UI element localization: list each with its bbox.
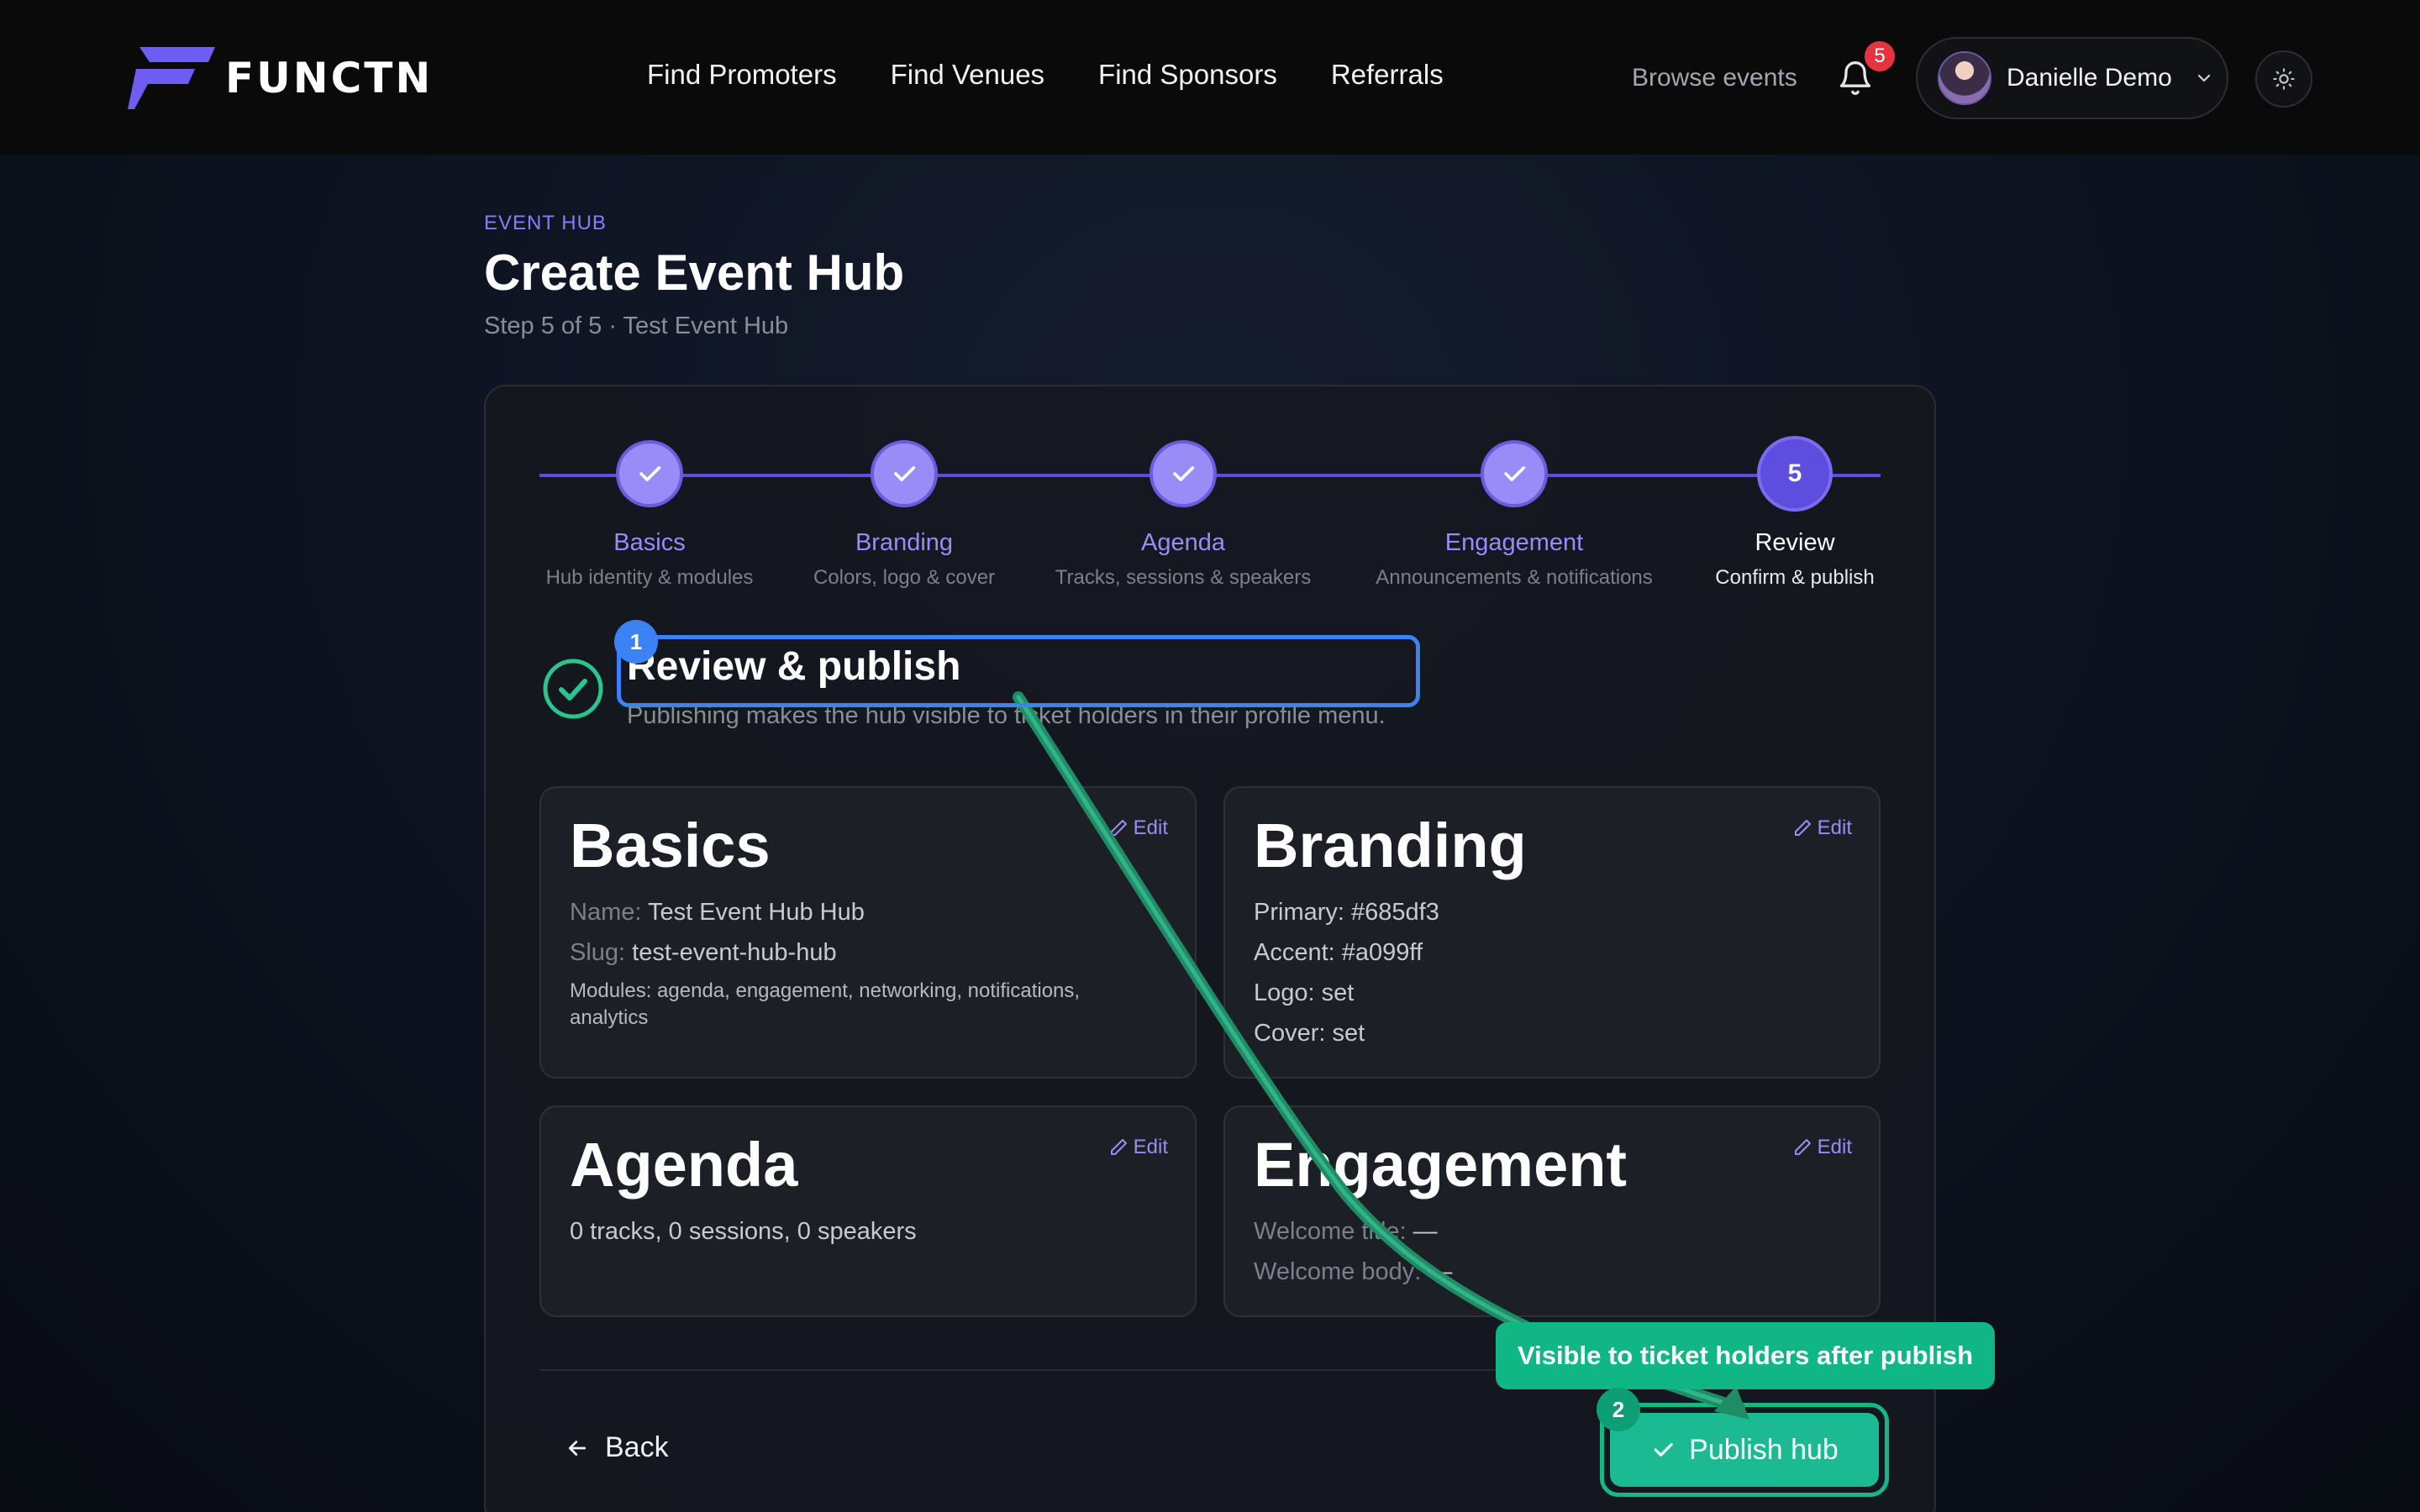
page-eyebrow: EVENT HUB [484,212,607,234]
nav-referrals[interactable]: Referrals [1331,59,1444,91]
user-menu-button[interactable]: Danielle Demo [1916,37,2228,119]
nav-find-venues[interactable]: Find Venues [891,59,1044,91]
branding-cover: Cover: set [1254,1020,1365,1047]
engagement-title: Engagement [1254,1130,1628,1200]
agenda-title: Agenda [570,1130,798,1200]
nav-find-promoters[interactable]: Find Promoters [647,59,837,91]
branding-accent: Accent: #a099ff [1254,939,1423,966]
edit-label: Edit [1817,816,1852,839]
step-3-label[interactable]: Agenda [1141,529,1225,557]
check-icon [1173,466,1195,481]
check-icon [1654,1443,1673,1457]
theme-toggle-button[interactable] [2255,50,2312,108]
branding-primary: Primary: #685df3 [1254,899,1439,926]
step-1-desc: Hub identity & modules [545,566,754,589]
step-5-desc: Confirm & publish [1715,566,1875,589]
agenda-summary-card: Agenda Edit 0 tracks, 0 sessions, 0 spea… [539,1105,1197,1317]
agenda-summary: 0 tracks, 0 sessions, 0 speakers [570,1218,917,1245]
branding-logo: Logo: set [1254,979,1355,1006]
step-5-label[interactable]: Review [1754,529,1834,557]
step-3-desc: Tracks, sessions & speakers [1055,566,1312,589]
nav-find-sponsors[interactable]: Find Sponsors [1098,59,1277,91]
page-subtitle: Step 5 of 5 · Test Event Hub [484,312,789,339]
annotation-marker-2: 2 [1597,1388,1640,1431]
sun-icon [2273,68,2295,90]
chevron-down-icon [2197,74,2210,82]
arrow-left-icon [568,1440,587,1456]
back-label: Back [605,1431,669,1463]
engagement-welcome-title: Welcome title: — [1254,1218,1438,1245]
step-3-circle[interactable] [1150,440,1217,507]
functn-logo-icon [128,47,215,109]
step-4-circle[interactable] [1481,440,1548,507]
avatar [1938,51,1991,105]
browse-events-link[interactable]: Browse events [1632,64,1797,92]
step-1-circle[interactable] [616,440,683,507]
basics-slug: Slug: test-event-hub-hub [570,939,837,966]
edit-label: Edit [1133,1136,1168,1158]
user-name: Danielle Demo [2007,64,2172,92]
top-navbar: FUNCTN Find Promoters Find Venues Find S… [0,0,2420,155]
step-5-circle[interactable]: 5 [1757,436,1833,512]
page-title: Create Event Hub [484,244,905,301]
branding-summary-card: Branding Edit Primary: #685df3 Accent: #… [1223,786,1881,1079]
check-icon [894,466,916,481]
publish-hub-button[interactable]: Publish hub [1610,1413,1879,1487]
pencil-icon [1110,1139,1127,1155]
edit-basics-button[interactable]: Edit [1108,816,1168,840]
engagement-summary-card: Engagement Edit Welcome title: — Welcome… [1223,1105,1881,1317]
edit-agenda-button[interactable]: Edit [1108,1136,1168,1159]
back-button[interactable]: Back [565,1431,669,1464]
basics-modules: Modules: agenda, engagement, networking,… [570,979,1081,1029]
main-nav: Find Promoters Find Venues Find Sponsors… [647,59,1497,91]
publish-tooltip: Visible to ticket holders after publish [1496,1322,1995,1389]
check-icon [639,466,661,481]
check-icon [1504,466,1526,481]
step-1-label[interactable]: Basics [613,529,685,557]
review-title-highlight [617,635,1420,707]
branding-title: Branding [1254,811,1527,880]
step-2-desc: Colors, logo & cover [813,566,996,589]
step-2-label[interactable]: Branding [855,529,953,557]
step-4-label[interactable]: Engagement [1445,529,1583,557]
edit-branding-button[interactable]: Edit [1792,816,1852,840]
engagement-welcome-body: Welcome body: — [1254,1258,1453,1285]
brand-logo[interactable]: FUNCTN [128,47,433,109]
pencil-icon [1794,1139,1811,1155]
notification-count-badge: 5 [1862,39,1897,74]
brand-name: FUNCTN [225,54,434,102]
edit-engagement-button[interactable]: Edit [1792,1136,1852,1159]
publish-label: Publish hub [1689,1433,1839,1466]
edit-label: Edit [1817,1136,1852,1158]
edit-label: Edit [1133,816,1168,839]
check-circle-icon [543,659,603,719]
step-4-desc: Announcements & notifications [1376,566,1653,589]
step-2-circle[interactable] [871,440,938,507]
pencil-icon [1794,820,1811,836]
pencil-icon [1110,820,1127,836]
basics-title: Basics [570,811,771,880]
annotation-marker-1: 1 [614,620,658,664]
basics-summary-card: Basics Edit Name: Test Event Hub Hub Slu… [539,786,1197,1079]
basics-name: Name: Test Event Hub Hub [570,899,865,926]
